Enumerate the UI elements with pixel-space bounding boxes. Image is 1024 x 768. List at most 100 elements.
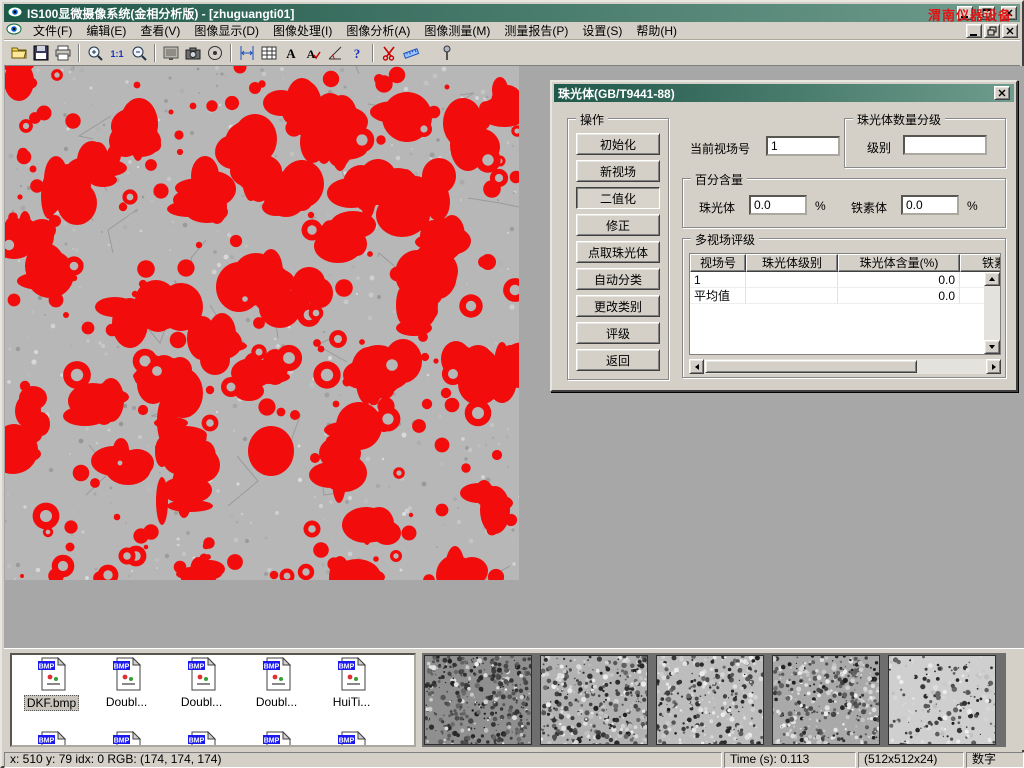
display-icon[interactable]: [160, 42, 182, 64]
angle-icon[interactable]: [324, 42, 346, 64]
table-row[interactable]: 10.0: [690, 272, 984, 288]
toolbar-separator: [78, 44, 80, 62]
scroll-down-button[interactable]: [984, 340, 1000, 354]
caliper-icon[interactable]: [236, 42, 258, 64]
menu-image-measure[interactable]: 图像测量(M): [417, 21, 497, 40]
op-button-7[interactable]: 更改类别: [576, 295, 660, 317]
thumbnail-image-3[interactable]: [656, 655, 764, 745]
table-header-4[interactable]: 铁素体: [960, 254, 1000, 272]
maximize-button[interactable]: [979, 6, 995, 20]
svg-text:BMP: BMP: [188, 664, 204, 671]
op-button-5[interactable]: 点取珠光体: [576, 241, 660, 263]
file-name: Doubl...: [179, 695, 224, 709]
file-item[interactable]: BMPDoubl...: [239, 657, 314, 711]
dialog-title-bar[interactable]: 珠光体(GB/T9441-88): [554, 84, 1014, 102]
label-a-check-icon[interactable]: A: [302, 42, 324, 64]
op-button-8[interactable]: 评级: [576, 322, 660, 344]
op-button-4[interactable]: 修正: [576, 214, 660, 236]
svg-text:BMP: BMP: [338, 664, 354, 671]
document-icon[interactable]: [6, 22, 22, 39]
toolbar-separator: [154, 44, 156, 62]
table-header-row: 视场号珠光体级别珠光体含量(%)铁素体: [690, 254, 1000, 272]
table-cell: [746, 288, 838, 304]
file-item-partial[interactable]: BMP: [164, 731, 239, 747]
scroll-left-button[interactable]: [689, 359, 704, 374]
thumbnail-image-4[interactable]: [772, 655, 880, 745]
table-header-1[interactable]: 视场号: [690, 254, 746, 272]
menu-image-analysis[interactable]: 图像分析(A): [339, 21, 417, 40]
menu-measure-report[interactable]: 测量报告(P): [497, 21, 575, 40]
menu-image-display[interactable]: 图像显示(D): [187, 21, 266, 40]
menu-view[interactable]: 查看(V): [133, 21, 187, 40]
table-header-2[interactable]: 珠光体级别: [746, 254, 838, 272]
zoom-in-icon[interactable]: [84, 42, 106, 64]
status-cursor-position: x: 510 y: 79 idx: 0 RGB: (174, 174, 174): [4, 752, 722, 768]
scroll-up-button[interactable]: [984, 272, 1000, 286]
grade-input[interactable]: [903, 135, 987, 155]
status-bar: x: 510 y: 79 idx: 0 RGB: (174, 174, 174)…: [4, 752, 1024, 768]
grade-group: 珠光体数量分级 级别: [844, 118, 1006, 168]
op-button-3[interactable]: 二值化: [576, 187, 660, 209]
open-icon[interactable]: [8, 42, 30, 64]
capture-icon[interactable]: [204, 42, 226, 64]
current-field-input[interactable]: [766, 136, 840, 156]
file-item[interactable]: BMPDKF.bmp: [14, 657, 89, 711]
svg-text:BMP: BMP: [188, 738, 204, 745]
table-horizontal-scrollbar[interactable]: [689, 359, 1001, 374]
op-button-1[interactable]: 初始化: [576, 133, 660, 155]
file-item-partial[interactable]: BMP: [14, 731, 89, 747]
file-name: Doubl...: [104, 695, 149, 709]
print-icon[interactable]: [52, 42, 74, 64]
table-header-3[interactable]: 珠光体含量(%): [838, 254, 960, 272]
label-a-icon[interactable]: A: [280, 42, 302, 64]
menu-edit[interactable]: 编辑(E): [79, 21, 133, 40]
actual-size-icon[interactable]: 1:1: [106, 42, 128, 64]
ferrite-percent-input[interactable]: [901, 195, 959, 215]
grid-icon[interactable]: [258, 42, 280, 64]
probe-icon[interactable]: [436, 42, 458, 64]
zoom-out-icon[interactable]: [128, 42, 150, 64]
percent-legend: 百分含量: [691, 171, 747, 188]
thumbnail-image-5[interactable]: [888, 655, 996, 745]
save-icon[interactable]: [30, 42, 52, 64]
camera-icon[interactable]: [182, 42, 204, 64]
thumbnail-image-1[interactable]: [424, 655, 532, 745]
title-bar[interactable]: IS100显微摄像系统(金相分析版) - [zhuguangti01]: [4, 4, 1020, 22]
window-title: IS100显微摄像系统(金相分析版) - [zhuguangti01]: [27, 5, 951, 22]
menu-image-process[interactable]: 图像处理(I): [266, 21, 339, 40]
help-icon[interactable]: ?: [346, 42, 368, 64]
specimen-image[interactable]: [5, 66, 519, 580]
menu-help[interactable]: 帮助(H): [629, 21, 684, 40]
op-button-6[interactable]: 自动分类: [576, 268, 660, 290]
file-item[interactable]: BMP Doubl...: [164, 657, 239, 711]
file-item[interactable]: BMP Doubl...: [89, 657, 164, 711]
cut-icon[interactable]: [378, 42, 400, 64]
close-button[interactable]: [1001, 6, 1017, 20]
op-button-2[interactable]: 新视场: [576, 160, 660, 182]
table-row[interactable]: 平均值0.0: [690, 288, 984, 304]
file-browser: BMPDKF.bmpBMPDoubl...BMPDoubl...BMPDoubl…: [10, 653, 416, 747]
operations-group: 操作 初始化新视场二值化修正点取珠光体自动分类更改类别评级返回: [567, 118, 669, 380]
pearlite-label: 珠光体: [699, 199, 735, 216]
menu-settings[interactable]: 设置(S): [575, 21, 629, 40]
child-minimize-button[interactable]: [966, 24, 982, 38]
op-button-9[interactable]: 返回: [576, 349, 660, 371]
file-item-partial[interactable]: BMP: [239, 731, 314, 747]
menu-file[interactable]: 文件(F): [26, 21, 79, 40]
child-close-button[interactable]: [1002, 24, 1018, 38]
dialog-close-button[interactable]: [994, 86, 1010, 100]
percent-group: 百分含量 珠光体 % 铁素体 %: [682, 178, 1006, 228]
pearlite-percent-input[interactable]: [749, 195, 807, 215]
file-item[interactable]: BMPHuiTi...: [314, 657, 389, 711]
ruler-icon[interactable]: [400, 42, 422, 64]
file-item-partial[interactable]: BMP: [314, 731, 389, 747]
file-item-partial[interactable]: BMP: [89, 731, 164, 747]
thumbnail-image-2[interactable]: [540, 655, 648, 745]
scrollbar-thumb[interactable]: [705, 360, 917, 373]
svg-text:BMP: BMP: [113, 664, 129, 671]
scroll-right-button[interactable]: [986, 359, 1001, 374]
minimize-button[interactable]: [957, 6, 973, 20]
application-window: IS100显微摄像系统(金相分析版) - [zhuguangti01] 渭南仪器…: [0, 0, 1024, 768]
table-vertical-scrollbar[interactable]: [984, 272, 1000, 354]
child-restore-button[interactable]: [984, 24, 1000, 38]
